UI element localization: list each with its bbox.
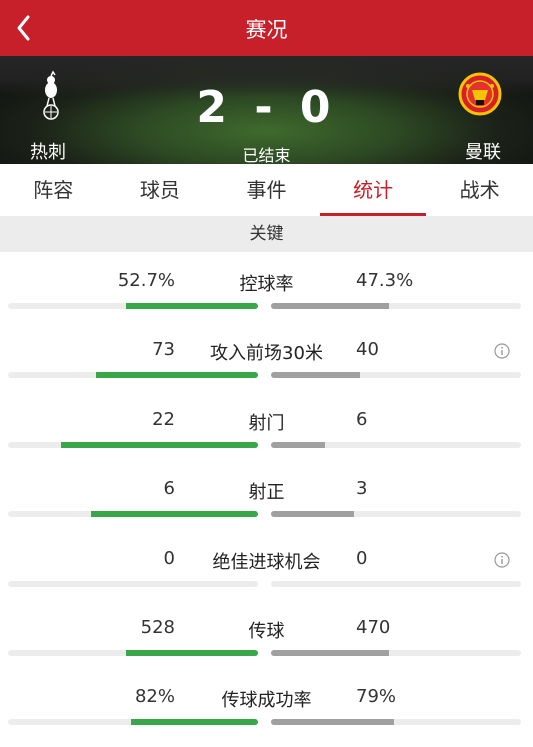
stat-away-value: 40	[356, 339, 379, 360]
away-bar-fill	[271, 442, 325, 448]
home-bar-track	[8, 372, 258, 378]
tab-bar: 阵容 球员 事件 统计 战术	[0, 164, 533, 216]
away-bar-track	[271, 581, 521, 587]
home-bar-track	[8, 442, 258, 448]
away-bar-fill	[271, 650, 389, 656]
stat-row: 6 射正 3	[0, 470, 533, 539]
away-bar-track	[271, 442, 521, 448]
home-bar-fill	[61, 442, 258, 448]
stat-away-value: 6	[356, 409, 368, 430]
home-bar-fill	[131, 719, 258, 725]
away-bar-fill	[271, 372, 360, 378]
away-bar-track	[271, 511, 521, 517]
page-title: 赛况	[245, 18, 288, 42]
away-bar-track	[271, 303, 521, 309]
stat-row: 82% 传球成功率 79%	[0, 678, 533, 747]
home-bar-fill	[126, 650, 258, 656]
stat-row[interactable]: 0 绝佳进球机会 0	[0, 540, 533, 609]
away-team-crest-icon[interactable]	[458, 72, 502, 116]
tab-players[interactable]: 球员	[107, 164, 214, 216]
stat-away-value: 470	[356, 617, 391, 638]
home-bar-track	[8, 719, 258, 725]
home-bar-track	[8, 511, 258, 517]
stat-away-value: 79%	[356, 686, 397, 707]
home-bar-track	[8, 303, 258, 309]
stat-row: 22 射门 6	[0, 401, 533, 470]
stat-away-value: 3	[356, 478, 368, 499]
stat-row: 52.7% 控球率 47.3%	[0, 262, 533, 331]
away-bar-fill	[271, 303, 389, 309]
away-bar-track	[271, 719, 521, 725]
tab-tactics[interactable]: 战术	[426, 164, 533, 216]
stat-away-value: 47.3%	[356, 270, 414, 291]
stat-away-value: 0	[356, 548, 368, 569]
home-bar-track	[8, 581, 258, 587]
tab-stats[interactable]: 统计	[319, 164, 427, 216]
info-icon[interactable]	[494, 552, 510, 568]
stat-label: 攻入前场30米	[210, 343, 323, 364]
stat-label: 射正	[248, 482, 285, 503]
tab-lineup[interactable]: 阵容	[0, 164, 107, 216]
stat-label: 传球	[248, 621, 285, 642]
home-bar-track	[8, 650, 258, 656]
away-bar-fill	[271, 719, 394, 725]
match-status: 已结束	[242, 146, 291, 164]
scoreboard: 热刺 2 - 0 已结束 曼联	[0, 56, 533, 164]
top-bar: 赛况	[0, 0, 533, 56]
away-bar-fill	[271, 511, 354, 517]
home-bar-fill	[91, 511, 258, 517]
away-team-name[interactable]: 曼联	[465, 138, 501, 164]
stat-label: 绝佳进球机会	[212, 552, 321, 573]
stat-row[interactable]: 73 攻入前场30米 40	[0, 331, 533, 400]
stat-label: 传球成功率	[221, 690, 312, 711]
info-icon[interactable]	[494, 343, 510, 359]
stat-label: 射门	[248, 413, 285, 434]
away-bar-track	[271, 372, 521, 378]
tab-events[interactable]: 事件	[213, 164, 320, 216]
match-score: 2 - 0	[196, 82, 337, 133]
stat-row: 528 传球 470	[0, 609, 533, 678]
section-header-key: 关键	[0, 216, 533, 252]
stat-label: 控球率	[239, 274, 294, 295]
away-bar-track	[271, 650, 521, 656]
home-bar-fill	[96, 372, 258, 378]
home-bar-fill	[126, 303, 258, 309]
